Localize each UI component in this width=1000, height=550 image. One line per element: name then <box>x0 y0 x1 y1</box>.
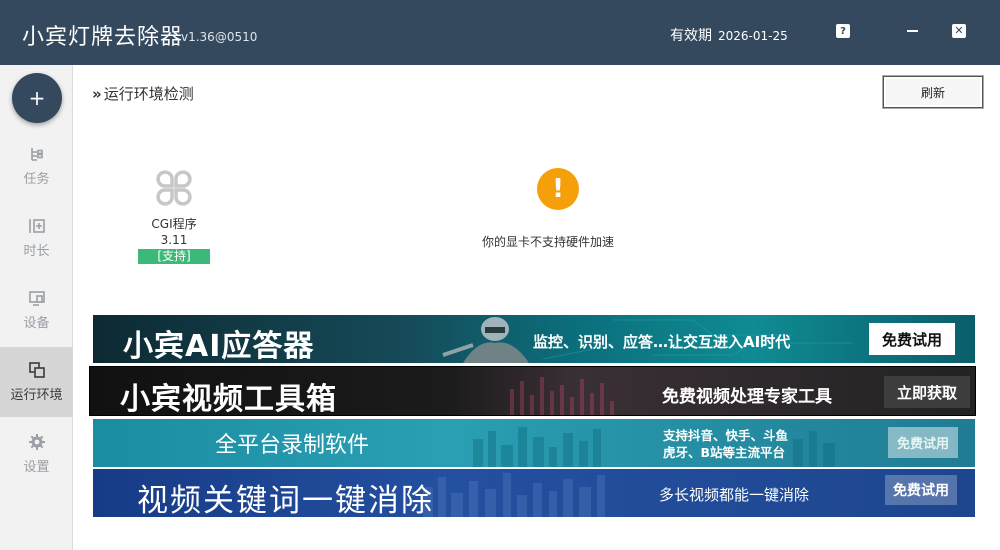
sidebar-item-label: 时长 <box>23 244 50 259</box>
section-title: » 运行环境检测 <box>92 83 194 104</box>
cgi-app-icon <box>156 170 192 206</box>
banner-title: 视频关键词一键消除 <box>137 483 434 517</box>
sidebar-item-label: 设置 <box>23 460 50 475</box>
sidebar: + 任务 时长 设备 运行环境 设置 <box>0 65 73 550</box>
free-trial-button[interactable]: 免费试用 <box>888 427 958 458</box>
warning-icon: ! <box>537 168 579 210</box>
main-panel: » 运行环境检测 刷新 CGI程序 3.11 [支持] ! 你的显卡不支持硬件加速 <box>74 65 1000 550</box>
sidebar-item-label: 运行环境 <box>10 388 63 403</box>
device-icon <box>28 291 45 306</box>
close-button[interactable]: ✕ <box>952 24 966 38</box>
duration-icon <box>28 219 45 233</box>
banner-description-line-2: 虎牙、B站等主流平台 <box>663 445 786 460</box>
sidebar-item-devices[interactable]: 设备 <box>0 275 73 345</box>
app-version: v1.36@0510 <box>181 30 258 44</box>
warning-text: 你的显卡不支持硬件加速 <box>482 235 615 249</box>
banner-description: 免费视频处理专家工具 <box>662 387 832 407</box>
free-trial-button[interactable]: 免费试用 <box>885 475 957 505</box>
robot-figure <box>442 317 529 363</box>
sidebar-item-environment[interactable]: 运行环境 <box>0 347 73 417</box>
environment-icon <box>28 362 45 378</box>
sidebar-item-label: 任务 <box>23 172 50 187</box>
ad-banner-video-toolbox[interactable]: 小宾视频工具箱 免费视频处理专家工具 立即获取 <box>89 366 976 416</box>
banner-title: 全平台录制软件 <box>215 433 370 458</box>
expiry-date: 2026-01-25 <box>718 29 788 43</box>
free-trial-button[interactable]: 免费试用 <box>869 323 955 355</box>
expiry-info: 有效期 2026-01-25 <box>670 25 788 45</box>
ad-banner-keyword-remover[interactable]: 视频关键词一键消除 多长视频都能一键消除 免费试用 <box>93 469 975 517</box>
expiry-label: 有效期 <box>670 28 712 44</box>
ad-banner-ai-responder[interactable]: 小宾AI应答器 监控、识别、应答…让交互进入AI时代 免费试用 <box>93 315 975 363</box>
add-task-button[interactable]: + <box>12 73 62 123</box>
task-tree-icon <box>30 148 43 161</box>
banner-title: 小宾AI应答器 <box>123 329 315 363</box>
sidebar-item-settings[interactable]: 设置 <box>0 419 73 489</box>
refresh-button[interactable]: 刷新 <box>883 76 983 108</box>
banner-description-line-1: 支持抖音、快手、斗鱼 <box>663 428 789 443</box>
cgi-name: CGI程序 <box>151 217 197 231</box>
double-chevron-icon: » <box>92 85 102 103</box>
sidebar-item-duration[interactable]: 时长 <box>0 203 73 273</box>
sidebar-item-label: 设备 <box>23 316 50 331</box>
banner-description: 监控、识别、应答…让交互进入AI时代 <box>533 333 791 351</box>
banner-description: 多长视频都能一键消除 <box>659 486 810 504</box>
ad-banner-recorder[interactable]: 全平台录制软件 支持抖音、快手、斗鱼 虎牙、B站等主流平台 免费试用 <box>93 419 975 467</box>
sidebar-item-tasks[interactable]: 任务 <box>0 131 73 201</box>
help-button[interactable]: ? <box>836 24 850 38</box>
get-now-button[interactable]: 立即获取 <box>884 376 970 408</box>
app-title: 小宾灯牌去除器 <box>22 25 184 50</box>
cgi-version: 3.11 <box>160 233 188 247</box>
cgi-program-card: CGI程序 3.11 [支持] <box>138 165 210 264</box>
section-title-text: 运行环境检测 <box>103 85 194 103</box>
title-bar: 小宾灯牌去除器 v1.36@0510 有效期 2026-01-25 ? ✕ <box>0 0 1000 65</box>
cgi-status-badge: [支持] <box>138 249 210 264</box>
gear-icon <box>28 434 45 450</box>
banner-description: 支持抖音、快手、斗鱼 虎牙、B站等主流平台 <box>663 427 788 461</box>
minimize-button[interactable] <box>905 24 919 38</box>
banner-title: 小宾视频工具箱 <box>120 382 337 416</box>
